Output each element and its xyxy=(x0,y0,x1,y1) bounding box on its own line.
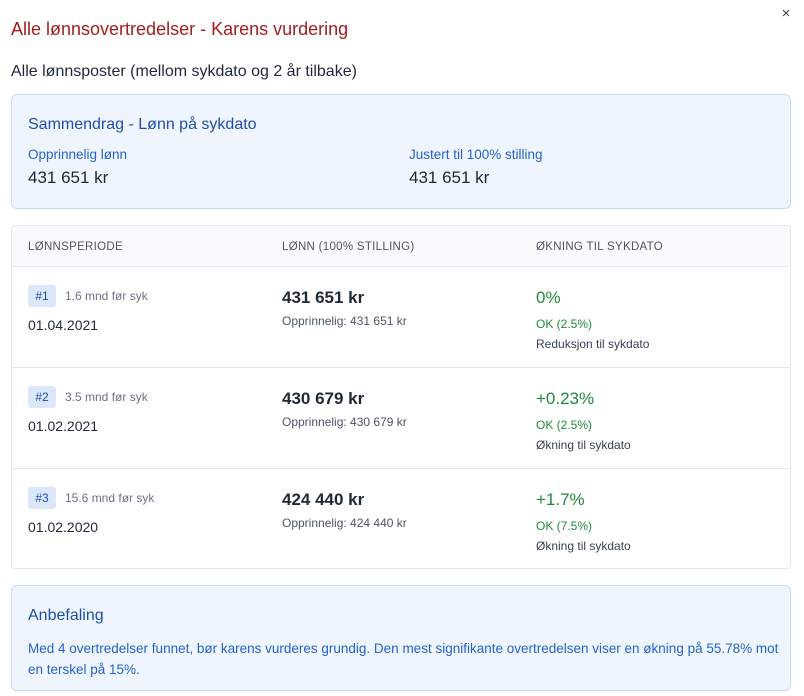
change-note: Økning til sykdato xyxy=(536,539,631,553)
column-header-increase: ØKNING TIL SYKDATO xyxy=(536,241,664,253)
original-amount: Opprinnelig: 430 679 kr xyxy=(282,415,407,429)
period-date: 01.04.2021 xyxy=(28,317,99,333)
summary-heading: Sammendrag - Lønn på sykdato xyxy=(28,116,257,133)
summary-panel: Sammendrag - Lønn på sykdato Opprinnelig… xyxy=(11,94,791,209)
original-salary-value: 431 651 kr xyxy=(28,168,109,187)
months-before-sick: 3.5 mnd før syk xyxy=(65,390,148,404)
section-subtitle: Alle lønnsposter (mellom sykdato og 2 år… xyxy=(11,63,357,80)
adjusted-salary-value: 431 651 kr xyxy=(409,168,490,187)
row-index-badge: #2 xyxy=(28,386,56,408)
close-icon[interactable]: × xyxy=(778,6,794,22)
adjusted-salary-label: Justert til 100% stilling xyxy=(409,147,543,162)
increase-percent: +0.23% xyxy=(536,389,595,408)
column-header-salary: LØNN (100% STILLING) xyxy=(282,241,415,253)
status-label: OK (7.5%) xyxy=(536,519,593,533)
change-note: Økning til sykdato xyxy=(536,438,631,452)
row-index-badge: #1 xyxy=(28,285,56,307)
original-salary-label: Opprinnelig lønn xyxy=(28,147,128,162)
column-header-period: LØNNSPERIODE xyxy=(28,241,123,253)
table-row: #2 3.5 mnd før syk 01.02.2021 430 679 kr… xyxy=(12,368,790,469)
dialog-title: Alle lønnsovertredelser - Karens vurderi… xyxy=(11,19,349,39)
recommendation-panel: Anbefaling Med 4 overtredelser funnet, b… xyxy=(11,585,791,691)
table-row: #3 15.6 mnd før syk 01.02.2020 424 440 k… xyxy=(12,469,790,568)
original-salary-block: Opprinnelig lønn 431 651 kr xyxy=(28,147,127,188)
recommendation-heading: Anbefaling xyxy=(28,607,104,624)
period-date: 01.02.2021 xyxy=(28,418,99,434)
period-date: 01.02.2020 xyxy=(28,519,99,535)
months-before-sick: 15.6 mnd før syk xyxy=(65,491,155,505)
table-row: #1 1.6 mnd før syk 01.04.2021 431 651 kr… xyxy=(12,267,790,368)
change-note: Reduksjon til sykdato xyxy=(536,337,650,351)
salary-amount: 424 440 kr xyxy=(282,490,365,509)
increase-percent: +1.7% xyxy=(536,490,585,509)
status-label: OK (2.5%) xyxy=(536,317,593,331)
table-header: LØNNSPERIODE LØNN (100% STILLING) ØKNING… xyxy=(12,226,790,267)
salary-amount: 430 679 kr xyxy=(282,389,365,408)
adjusted-salary-block: Justert til 100% stilling 431 651 kr xyxy=(409,147,543,188)
increase-percent: 0% xyxy=(536,288,561,307)
original-amount: Opprinnelig: 431 651 kr xyxy=(282,314,407,328)
status-label: OK (2.5%) xyxy=(536,418,593,432)
original-amount: Opprinnelig: 424 440 kr xyxy=(282,516,407,530)
salary-table: LØNNSPERIODE LØNN (100% STILLING) ØKNING… xyxy=(11,225,791,569)
salary-amount: 431 651 kr xyxy=(282,288,365,307)
months-before-sick: 1.6 mnd før syk xyxy=(65,289,148,303)
row-index-badge: #3 xyxy=(28,487,56,509)
recommendation-text: Med 4 overtredelser funnet, bør karens v… xyxy=(28,641,779,677)
